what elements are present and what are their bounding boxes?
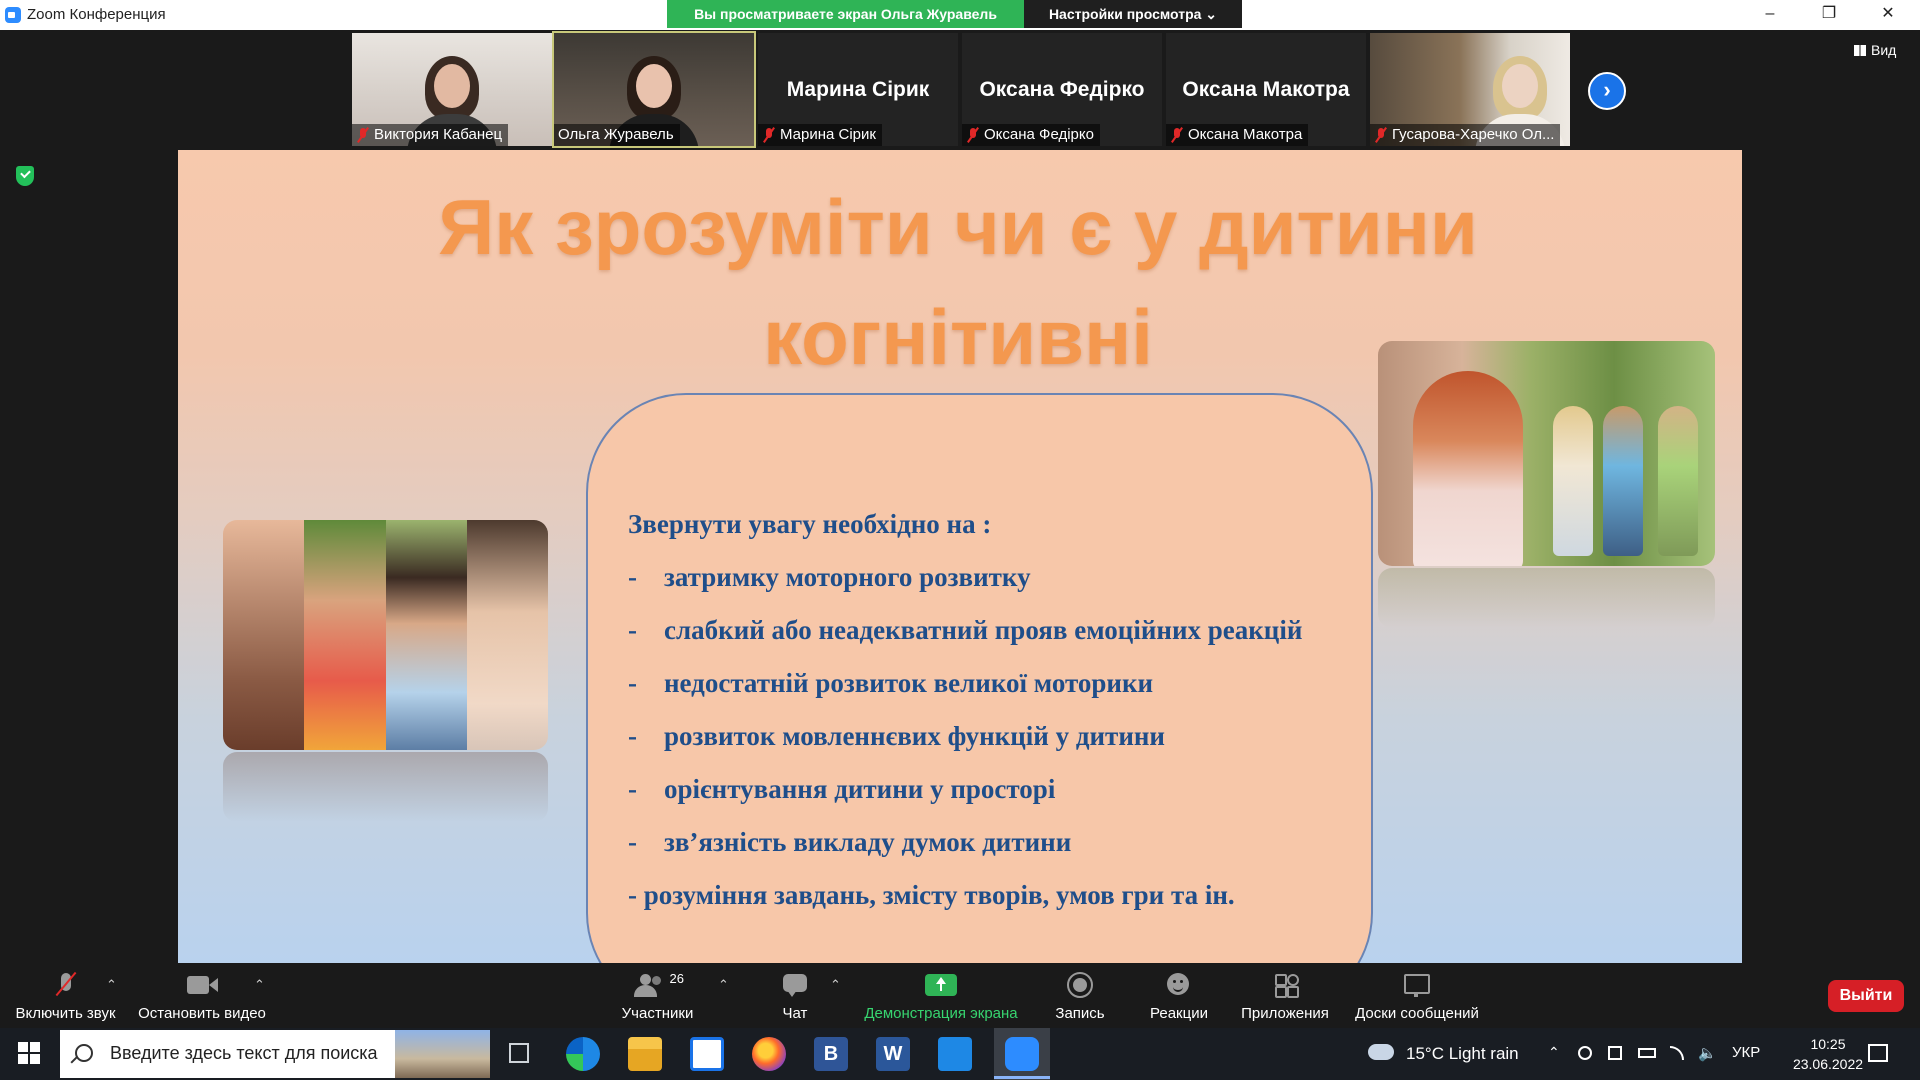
chat-button[interactable]: Чат [770,963,820,1028]
window-title: Zoom Конференция [27,6,166,23]
whiteboards-button[interactable]: Доски сообщений [1350,963,1484,1028]
bullet-item: - орієнтування дитини у просторі [628,774,1056,804]
windows-start-icon[interactable] [18,1042,40,1064]
mic-muted-icon [762,127,776,143]
participants-count: 26 [669,971,684,986]
mic-muted-icon [1170,127,1184,143]
record-button[interactable]: Запись [1050,963,1110,1028]
photo-reflection [1378,568,1715,628]
weather-text[interactable]: 15°C Light rain [1406,1044,1519,1064]
bullet-item: - затримку моторного розвитку [628,562,1031,592]
content-heading: Звернути увагу необхідно на : [628,509,992,539]
share-screen-button[interactable]: Демонстрация экрана [858,963,1024,1028]
participants-options-caret[interactable]: ⌃ [718,977,729,993]
zoom-logo-icon [5,7,21,23]
participant-name-label: Оксана Федірко [962,124,1100,146]
whiteboard-icon [1403,971,1431,999]
bullet-item: - розвиток мовленнєвих функцій у дитини [628,721,1165,751]
gallery-view-icon [1854,44,1866,56]
notifications-icon[interactable] [1868,1044,1888,1062]
bullet-item-last: - розуміння завдань, змісту творів, умов… [628,880,1235,910]
file-explorer-icon[interactable] [628,1037,662,1071]
record-icon [1067,971,1093,999]
reaction-smiley-icon [1165,971,1193,999]
taskbar-clock[interactable]: 10:25 23.06.2022 [1788,1034,1868,1074]
mic-muted-icon [356,127,370,143]
mic-muted-icon [1374,127,1388,143]
record-status-icon[interactable] [1578,1046,1592,1060]
meet-now-icon[interactable] [1608,1046,1622,1060]
view-settings-button[interactable]: Настройки просмотра ⌄ [1024,0,1242,28]
participant-name-label: Ольга Журавель [554,124,680,146]
children-emotions-photo [223,520,548,750]
bullet-item: - зв’язність викладу думок дитини [628,827,1072,857]
speaker-icon[interactable]: 🔈 [1698,1044,1717,1062]
participant-tile-active-speaker[interactable]: Ольга Журавель [552,31,756,148]
participant-tile[interactable]: Виктория Кабанец [352,33,552,146]
screen-share-banner: Вы просматриваете экран Ольга Журавель [667,0,1024,28]
firefox-icon[interactable] [752,1037,786,1071]
leave-meeting-button[interactable]: Выйти [1828,980,1904,1012]
participant-name-label: Марина Сірик [758,124,882,146]
encryption-shield-icon[interactable] [16,166,34,186]
participant-name-label: Гусарова-Харечко Ол... [1370,124,1561,146]
b-app-icon[interactable]: B [814,1037,848,1071]
restore-button[interactable]: ❐ [1806,0,1852,28]
chat-bubble-icon [781,971,809,999]
shared-screen-slide: Як зрозуміти чи є у дитини когнітивні по… [178,150,1742,963]
gallery-next-page-button[interactable]: › [1588,72,1626,110]
participant-tile[interactable]: Марина Сірик Марина Сірик [758,33,958,146]
participants-button[interactable]: 26 Участники [610,963,705,1028]
bullet-item: - недостатній розвиток великої моторики [628,668,1154,698]
zoom-app-icon[interactable] [1005,1037,1039,1071]
chat-options-caret[interactable]: ⌃ [830,977,841,993]
audio-options-caret[interactable]: ⌃ [106,977,117,993]
apps-grid-icon [1273,971,1299,999]
participant-tile[interactable]: Оксана Федірко Оксана Федірко [962,33,1162,146]
slide-content-text: Звернути увагу необхідно на : - затримку … [628,498,1348,922]
word-icon[interactable]: W [876,1037,910,1071]
mic-muted-icon [966,127,980,143]
participant-name-label: Виктория Кабанец [352,124,509,146]
participant-name-label: Оксана Макотра [1166,124,1309,146]
edge-browser-icon[interactable] [566,1037,600,1071]
video-options-caret[interactable]: ⌃ [254,977,265,993]
mail-icon[interactable] [938,1037,972,1071]
search-icon [75,1044,93,1062]
bullet-item: - слабкий або неадекватний прояв емоційни… [628,615,1303,645]
search-highlight-image [395,1030,490,1078]
battery-icon[interactable] [1638,1048,1656,1058]
close-button[interactable]: ✕ [1865,0,1911,28]
participant-tile[interactable]: Оксана Макотра Оксана Макотра [1166,33,1366,146]
task-view-icon[interactable] [509,1043,529,1063]
participants-icon: 26 [628,971,688,999]
apps-button[interactable]: Приложения [1238,963,1332,1028]
search-placeholder[interactable]: Введите здесь текст для поиска [110,1043,378,1064]
share-screen-arrow-icon [925,971,957,999]
weather-cloud-icon [1368,1044,1394,1060]
reactions-button[interactable]: Реакции [1145,963,1213,1028]
children-playground-photo [1378,341,1715,566]
participant-tile[interactable]: Гусарова-Харечко Ол... [1370,33,1570,146]
unmute-button[interactable]: Включить звук [8,963,123,1028]
stop-video-button[interactable]: Остановить видео [134,963,270,1028]
mic-muted-icon [54,971,78,999]
minimize-button[interactable]: – [1747,0,1793,28]
input-language[interactable]: УКР [1732,1044,1760,1061]
video-camera-icon [185,971,219,999]
photo-reflection [223,752,548,822]
microsoft-store-icon[interactable] [690,1037,724,1071]
active-app-underline [994,1076,1050,1079]
view-layout-button[interactable]: Вид [1854,42,1896,58]
tray-overflow-icon[interactable]: ⌃ [1548,1044,1560,1061]
